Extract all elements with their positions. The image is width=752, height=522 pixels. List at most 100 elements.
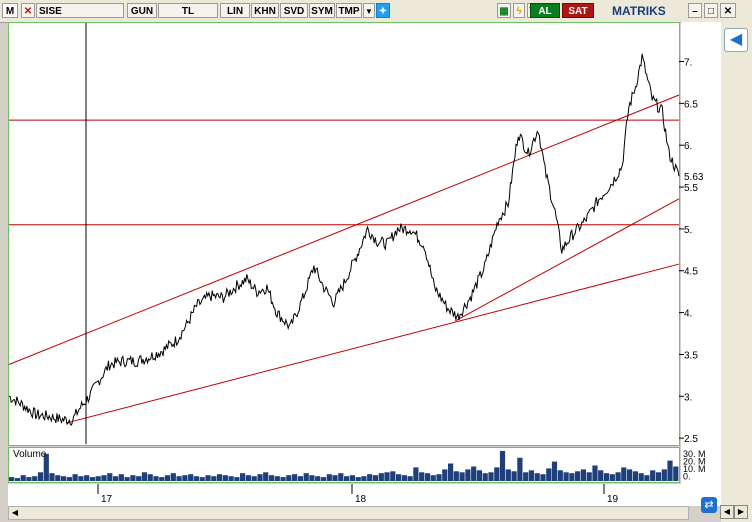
volume-bar xyxy=(245,475,251,481)
volume-bar xyxy=(240,473,246,481)
volume-bar xyxy=(465,469,471,481)
volume-bar xyxy=(372,475,379,481)
side-panel: ◀ xyxy=(721,22,752,522)
volume-bar xyxy=(147,474,153,481)
volume-bar xyxy=(228,476,234,481)
volume-bar xyxy=(534,473,540,481)
volume-bar xyxy=(673,466,679,481)
volume-bar xyxy=(655,472,662,481)
volume-bar xyxy=(511,471,517,481)
volume-bar xyxy=(453,471,459,481)
volume-bar xyxy=(563,472,569,481)
volume-bar xyxy=(286,475,292,481)
volume-bar xyxy=(494,467,500,481)
trend-line xyxy=(8,94,680,365)
volume-bar xyxy=(274,476,280,481)
volume-bar xyxy=(164,475,171,481)
volume-bar xyxy=(32,476,38,481)
volume-bar xyxy=(49,473,55,481)
volume-bar xyxy=(153,476,159,481)
volume-bar xyxy=(540,474,546,481)
volume-bar xyxy=(72,474,78,481)
volume-bar xyxy=(193,476,199,481)
volume-bar xyxy=(205,475,211,481)
x-tick-label: 19 xyxy=(607,494,619,505)
volume-bar xyxy=(355,477,361,481)
volume-bar xyxy=(297,476,303,481)
scroll-right-button[interactable]: ▶ xyxy=(734,505,748,519)
y-tick-label: 3. xyxy=(684,392,692,403)
volume-bar xyxy=(650,470,656,481)
volume-bar xyxy=(546,468,552,481)
volume-bar xyxy=(280,477,286,481)
volume-bar xyxy=(292,474,298,481)
volume-bar xyxy=(176,476,182,481)
volume-bar xyxy=(222,475,228,481)
sync-icon[interactable]: ⇄ xyxy=(701,497,717,513)
volume-bar xyxy=(621,467,627,481)
x-tick-label: 17 xyxy=(101,494,113,505)
collapse-arrow-icon[interactable]: ◀ xyxy=(724,28,748,52)
volume-bar xyxy=(20,475,26,481)
volume-bar xyxy=(84,475,90,481)
volume-bar xyxy=(580,469,586,481)
volume-bar xyxy=(505,469,511,481)
scroll-left-icon[interactable]: ◀ xyxy=(9,507,21,519)
volume-bar xyxy=(448,463,454,481)
volume-bar xyxy=(367,474,373,481)
horizontal-scrollbar[interactable]: ◀ xyxy=(8,506,689,520)
volume-bar xyxy=(141,472,147,481)
volume-bar xyxy=(384,472,390,481)
volume-bar xyxy=(338,473,344,481)
volume-bar xyxy=(528,470,534,481)
volume-bar xyxy=(523,472,529,481)
volume-bar xyxy=(257,474,263,481)
volume-bar xyxy=(586,472,592,481)
volume-bar xyxy=(592,465,598,481)
y-tick-label: 2.5 xyxy=(684,434,698,445)
price-line xyxy=(8,53,680,426)
volume-bar xyxy=(459,472,465,481)
volume-bar xyxy=(326,474,332,481)
volume-bar xyxy=(320,477,327,481)
volume-bar xyxy=(9,477,15,481)
volume-bar xyxy=(118,474,124,481)
volume-bar xyxy=(211,476,217,481)
volume-bar xyxy=(315,476,321,481)
y-tick-label: 5. xyxy=(684,225,692,236)
volume-bar xyxy=(517,457,523,481)
volume-bar xyxy=(37,472,44,481)
y-tick-label: 7. xyxy=(684,58,692,69)
volume-bar xyxy=(61,476,67,481)
scroll-left-button[interactable]: ◀ xyxy=(720,505,734,519)
volume-bar xyxy=(401,475,407,481)
volume-bar xyxy=(396,474,402,481)
x-tick-label: 18 xyxy=(355,494,367,505)
volume-bar xyxy=(598,470,604,481)
volume-bar xyxy=(644,475,650,481)
volume-bar xyxy=(488,472,494,481)
volume-bar xyxy=(471,466,477,481)
volume-bar xyxy=(609,474,615,481)
y-tick-label: 6. xyxy=(684,141,692,152)
volume-bar xyxy=(332,475,338,481)
volume-bar xyxy=(234,477,240,481)
volume-bar xyxy=(551,461,558,481)
volume-bar xyxy=(557,470,563,481)
volume-bar xyxy=(378,473,384,481)
volume-bar xyxy=(26,477,32,481)
volume-bar xyxy=(124,477,130,481)
volume-bar xyxy=(159,477,165,481)
trend-line xyxy=(65,263,680,424)
volume-bar xyxy=(199,477,205,481)
volume-bar xyxy=(89,477,96,481)
volume-bar xyxy=(251,476,257,481)
volume-bar xyxy=(413,467,419,481)
volume-bar xyxy=(344,476,350,481)
volume-bar xyxy=(499,450,506,481)
y-tick-label: 4.5 xyxy=(684,267,698,278)
volume-tick-label: 0. xyxy=(683,472,691,482)
y-tick-label: 4. xyxy=(684,309,692,320)
volume-bar xyxy=(407,476,413,481)
volume-label: Volume xyxy=(13,449,47,460)
